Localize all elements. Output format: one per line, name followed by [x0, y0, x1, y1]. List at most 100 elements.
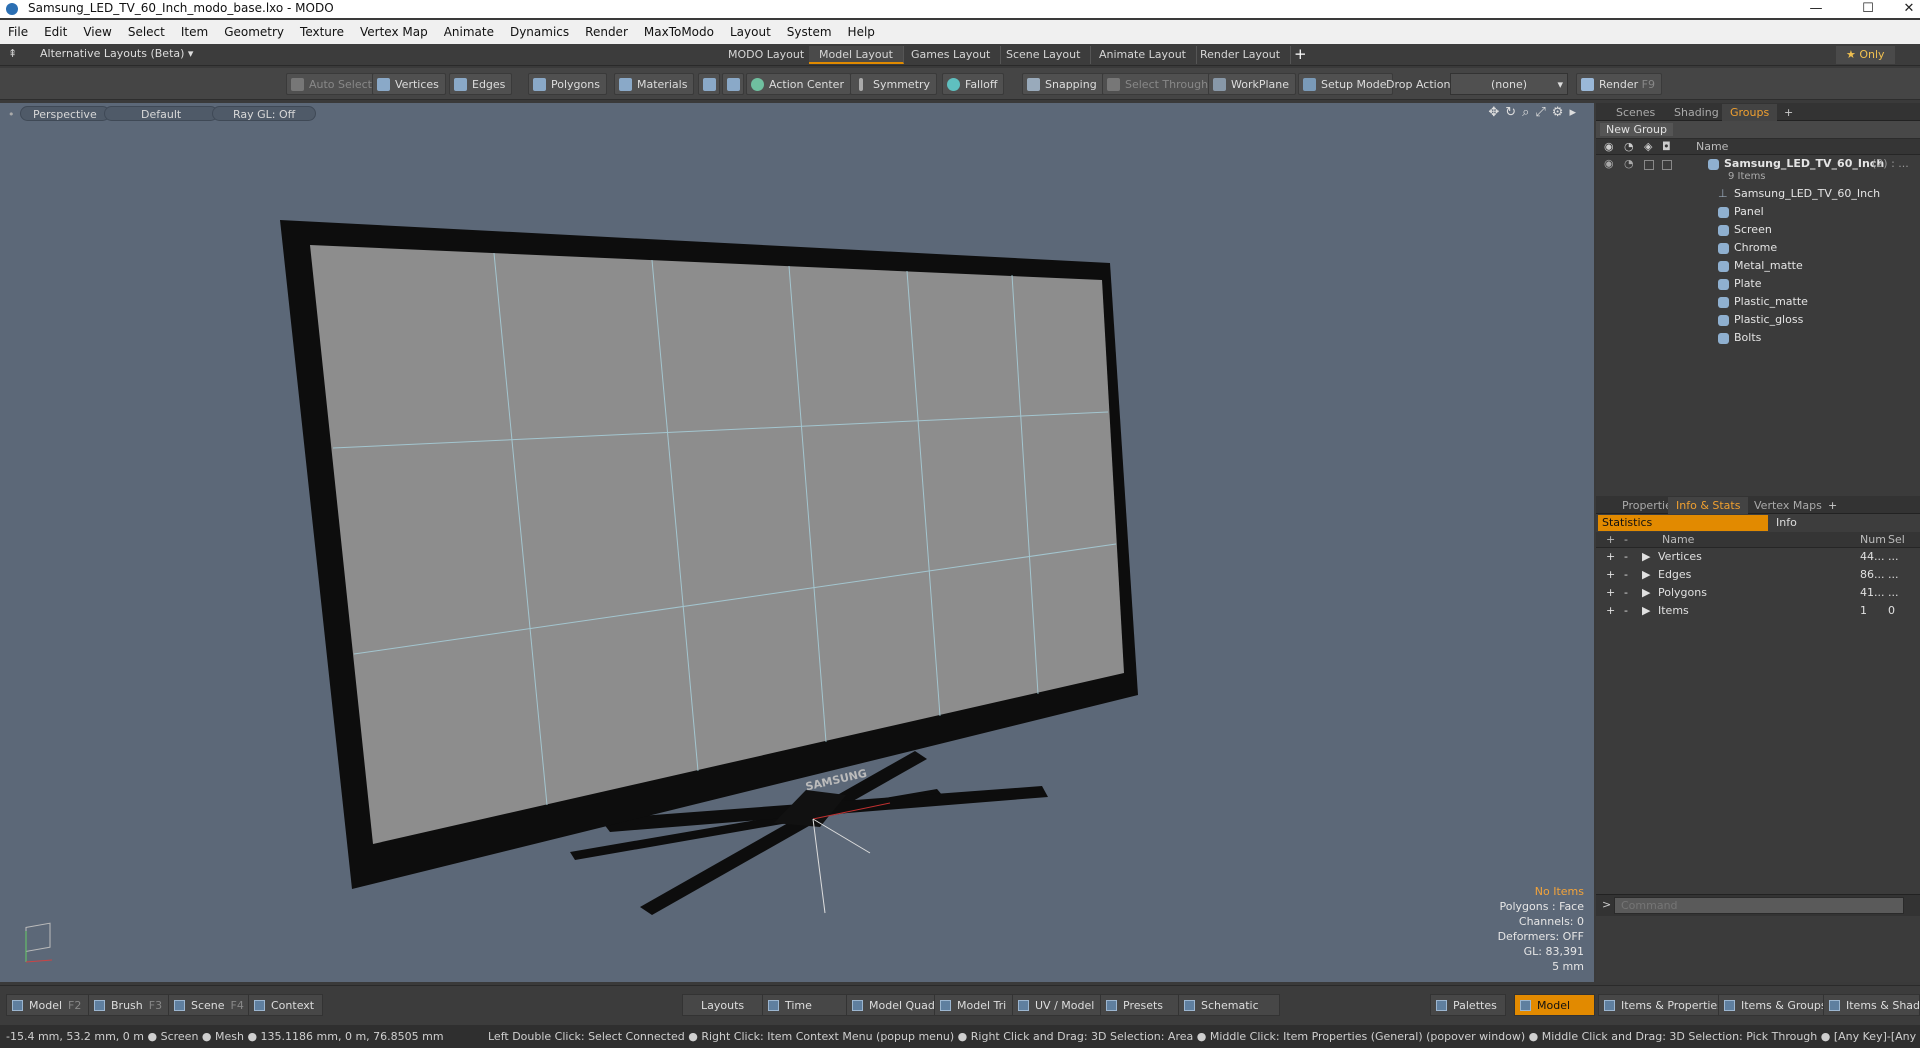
expand-arrow-icon[interactable]: ▶	[1642, 584, 1650, 602]
palettes-button[interactable]: Palettes	[1430, 994, 1506, 1016]
snapping-button[interactable]: Snapping	[1022, 73, 1104, 95]
stats-row-items[interactable]: + - ▶ Items 1 0	[1596, 602, 1920, 620]
select-mode-a-button[interactable]	[698, 73, 720, 95]
workplane-button[interactable]: WorkPlane	[1208, 73, 1297, 95]
presets-button[interactable]: Presets	[1100, 994, 1185, 1016]
menu-render[interactable]: Render	[577, 25, 636, 39]
only-toggle[interactable]: ★ Only	[1836, 46, 1895, 64]
tab-groups[interactable]: Groups	[1722, 104, 1778, 121]
stats-row-vertices[interactable]: + - ▶ Vertices 44......	[1596, 548, 1920, 566]
group-child-plate[interactable]: Plate	[1596, 275, 1920, 293]
maximize-button[interactable]: ☐	[1846, 0, 1890, 18]
expand-arrow-icon[interactable]: ▶	[1642, 548, 1650, 566]
add-tab-button[interactable]: +	[1776, 104, 1801, 121]
scene-mode-button[interactable]: Scene F4	[168, 994, 253, 1016]
tab-animate-layout[interactable]: Animate Layout	[1089, 46, 1197, 64]
stats-name-header: Name	[1662, 533, 1695, 546]
items-shading-button[interactable]: Items & Shading	[1823, 994, 1920, 1016]
tab-scenes[interactable]: Scenes	[1608, 104, 1663, 121]
eye-column-icon: ◉	[1604, 140, 1614, 153]
group-child-panel[interactable]: Panel	[1596, 203, 1920, 221]
symmetry-button[interactable]: Symmetry	[850, 73, 938, 95]
group-child-metal-matte[interactable]: Metal_matte	[1596, 257, 1920, 275]
expand-arrow-icon[interactable]: ▶	[1642, 602, 1650, 620]
tab-render-layout[interactable]: Render Layout	[1190, 46, 1292, 64]
command-input[interactable]	[1614, 897, 1904, 914]
new-group-button[interactable]: New Group	[1600, 123, 1673, 136]
menu-maxtomodo[interactable]: MaxToModo	[636, 25, 722, 39]
group-child-bolts[interactable]: Bolts	[1596, 329, 1920, 347]
menu-layout[interactable]: Layout	[722, 25, 779, 39]
stats-panel-tabs: Properties Info & Stats Vertex Maps +	[1596, 496, 1920, 514]
menu-edit[interactable]: Edit	[36, 25, 75, 39]
3d-viewport[interactable]: • Perspective Default Ray GL: Off ✥↻⌕⤢⚙▸	[0, 103, 1594, 982]
menu-texture[interactable]: Texture	[292, 25, 352, 39]
model-mode-button[interactable]: Model F2	[6, 994, 91, 1016]
stats-row-polygons[interactable]: + - ▶ Polygons 41......	[1596, 584, 1920, 602]
hud-channels: Channels: 0	[1518, 915, 1584, 928]
schematic-button[interactable]: Schematic	[1178, 994, 1280, 1016]
select-mode-b-button[interactable]	[722, 73, 744, 95]
drop-action-select[interactable]: (none) ▾	[1450, 73, 1568, 95]
layouts-button[interactable]: Layouts	[682, 994, 764, 1016]
collapse-all-icon[interactable]: -	[1624, 532, 1628, 548]
expand-all-icon[interactable]: +	[1606, 532, 1615, 548]
menu-dynamics[interactable]: Dynamics	[502, 25, 577, 39]
menu-system[interactable]: System	[779, 25, 840, 39]
falloff-button[interactable]: Falloff	[942, 73, 1005, 95]
uv-model-button[interactable]: UV / Model	[1012, 994, 1104, 1016]
menu-view[interactable]: View	[75, 25, 119, 39]
menu-animate[interactable]: Animate	[436, 25, 502, 39]
brush-mode-button[interactable]: Brush F3	[88, 994, 172, 1016]
add-stats-tab-button[interactable]: +	[1820, 497, 1845, 514]
materials-button[interactable]: Materials	[614, 73, 695, 95]
items-properties-button[interactable]: Items & Properties	[1598, 994, 1732, 1016]
stats-sel-header: Sel	[1888, 533, 1905, 546]
group-child-chrome[interactable]: Chrome	[1596, 239, 1920, 257]
tab-vertex-maps[interactable]: Vertex Maps	[1746, 497, 1830, 514]
tab-info-stats[interactable]: Info & Stats	[1668, 497, 1749, 514]
expand-arrow-icon[interactable]: ▶	[1642, 566, 1650, 584]
auto-select-button[interactable]: Auto Select	[286, 73, 379, 95]
action-center-button[interactable]: Action Center	[746, 73, 851, 95]
model-active-button[interactable]: Model	[1514, 994, 1596, 1016]
tab-modo-layout[interactable]: MODO Layout	[718, 46, 816, 64]
info-tab[interactable]: Info	[1770, 515, 1797, 531]
group-child-mesh[interactable]: ⊥ Samsung_LED_TV_60_Inch	[1596, 185, 1920, 203]
model-tri-button[interactable]: Model Tri	[934, 994, 1016, 1016]
add-layout-button[interactable]: +	[1294, 45, 1307, 63]
menu-geometry[interactable]: Geometry	[216, 25, 292, 39]
viewport-hud: No Items Polygons : Face Channels: 0 Def…	[1498, 884, 1584, 974]
select-through-button[interactable]: Select Through	[1102, 73, 1216, 95]
close-button[interactable]: ✕	[1898, 0, 1920, 18]
menu-help[interactable]: Help	[840, 25, 883, 39]
status-coordinates: -15.4 mm, 53.2 mm, 0 m ● Screen ● Mesh ●…	[6, 1030, 444, 1043]
items-groups-button[interactable]: Items & Groups	[1718, 994, 1836, 1016]
tab-shading[interactable]: Shading	[1666, 104, 1727, 121]
alternative-layouts-dropdown[interactable]: Alternative Layouts (Beta) ▾	[40, 47, 193, 60]
menu-file[interactable]: File	[0, 25, 36, 39]
stats-row-edges[interactable]: + - ▶ Edges 86......	[1596, 566, 1920, 584]
menu-vertex-map[interactable]: Vertex Map	[352, 25, 436, 39]
tab-games-layout[interactable]: Games Layout	[901, 46, 1002, 64]
group-child-screen[interactable]: Screen	[1596, 221, 1920, 239]
groups-panel-tabs: Scenes Shading Groups +	[1596, 103, 1920, 121]
polygons-button[interactable]: Polygons	[528, 73, 607, 95]
setup-mode-button[interactable]: Setup Mode	[1298, 73, 1394, 95]
tab-scene-layout[interactable]: Scene Layout	[996, 46, 1092, 64]
group-child-plastic-gloss[interactable]: Plastic_gloss	[1596, 311, 1920, 329]
group-child-plastic-matte[interactable]: Plastic_matte	[1596, 293, 1920, 311]
collapse-icon[interactable]: ⇞	[8, 47, 17, 60]
model-quad-button[interactable]: Model Quad	[846, 994, 944, 1016]
vertices-button[interactable]: Vertices	[372, 73, 446, 95]
menu-item[interactable]: Item	[173, 25, 216, 39]
context-button[interactable]: Context	[248, 994, 324, 1016]
edges-button[interactable]: Edges	[449, 73, 513, 95]
items-shading-icon	[1829, 1000, 1840, 1011]
tab-model-layout[interactable]: Model Layout	[809, 46, 904, 64]
time-button[interactable]: Time	[762, 994, 853, 1016]
statistics-tab[interactable]: Statistics	[1598, 515, 1768, 531]
render-button[interactable]: Render F9	[1576, 73, 1662, 95]
minimize-button[interactable]: —	[1794, 0, 1838, 18]
menu-select[interactable]: Select	[120, 25, 173, 39]
